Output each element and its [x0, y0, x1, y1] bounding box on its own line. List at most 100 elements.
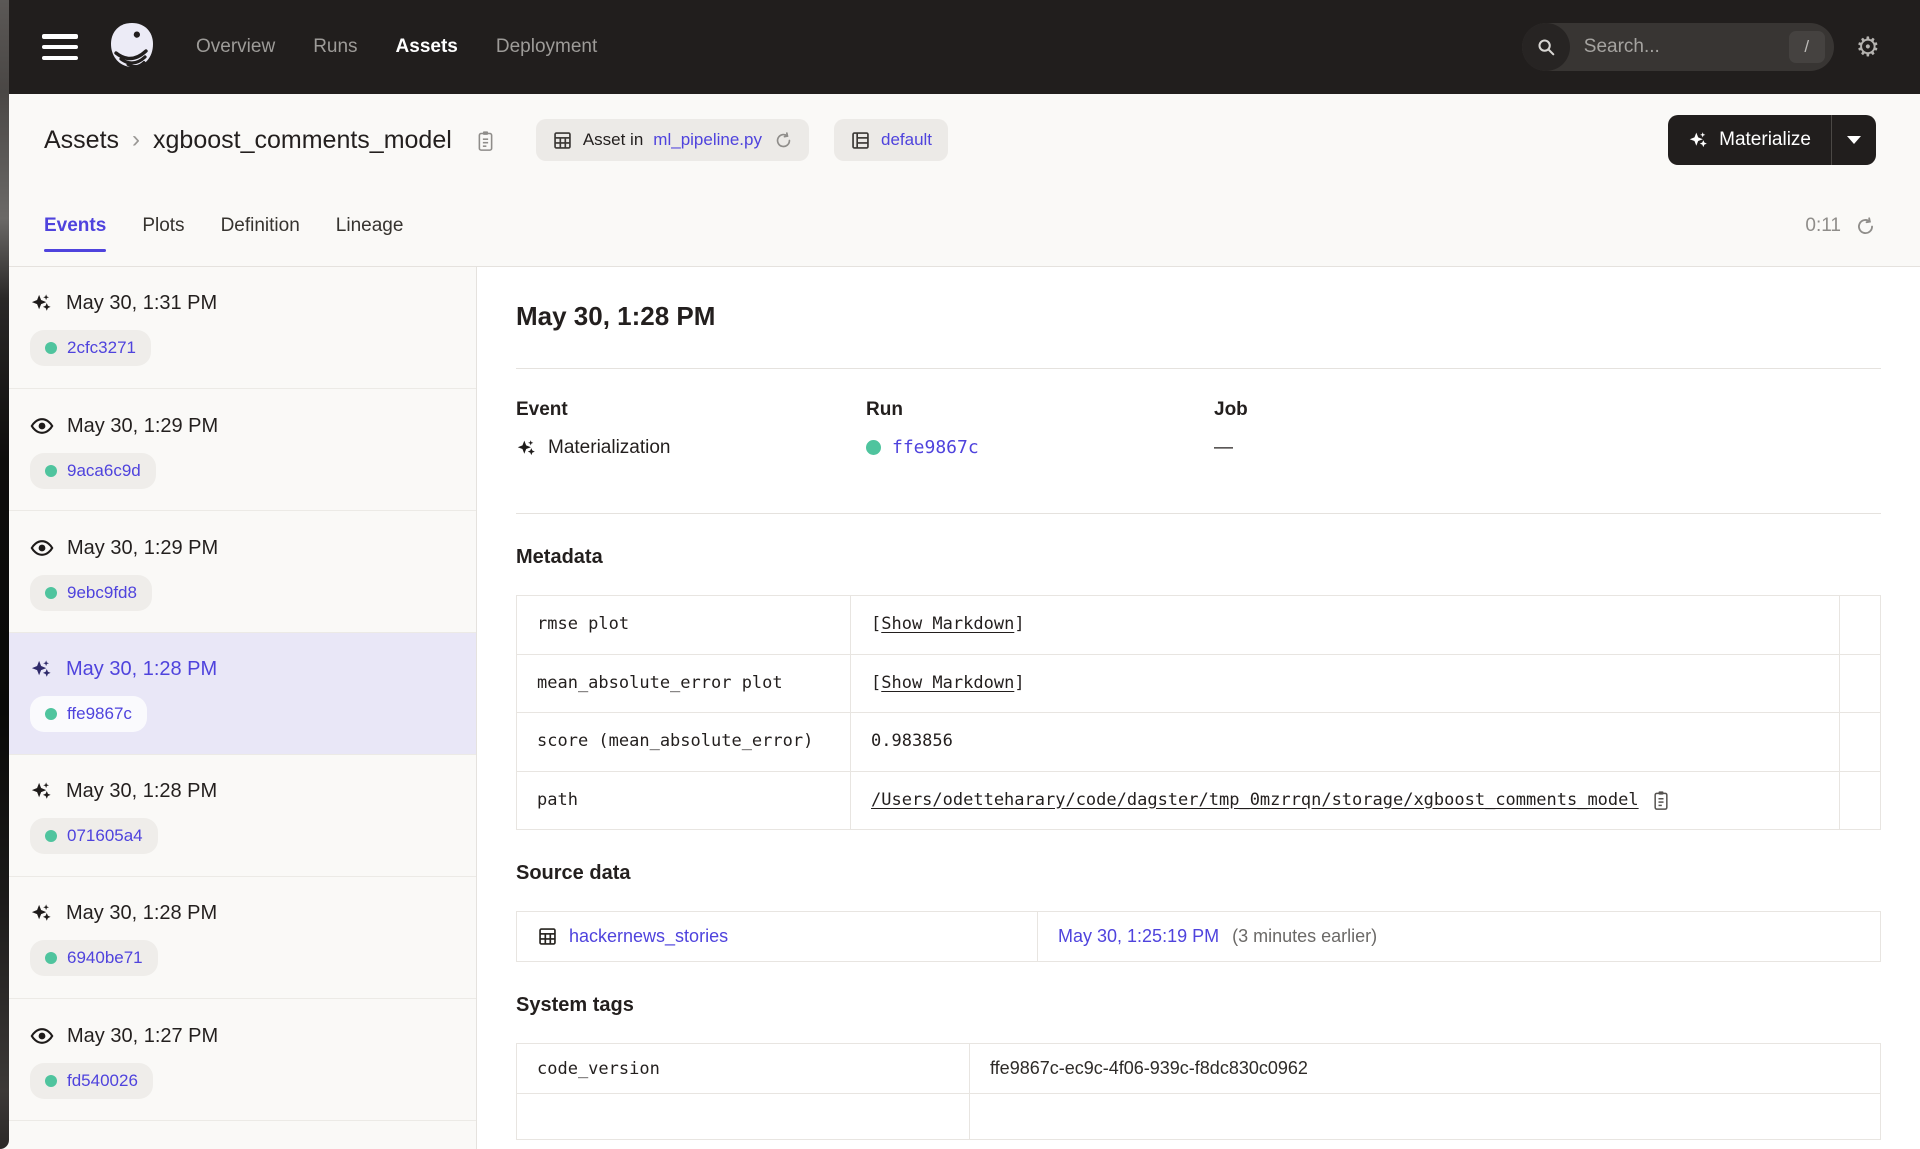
event-column-label: Event — [516, 399, 568, 420]
system-tag-value: ffe9867c-ec9c-4f06-939c-f8dc830c0962 — [969, 1043, 1881, 1094]
source-asset-link[interactable]: hackernews_stories — [537, 926, 1017, 947]
metadata-key: mean_absolute_error plot — [516, 653, 851, 713]
event-list-item[interactable]: May 30, 1:28 PM 071605a4 — [0, 755, 476, 877]
materialize-button[interactable]: Materialize — [1668, 115, 1831, 165]
search-icon — [1521, 23, 1570, 71]
refresh-timer-wrap: 0:11 — [1805, 215, 1876, 237]
event-list-item[interactable]: May 30, 1:28 PM 6940be71 — [0, 877, 476, 999]
source-data-table: hackernews_stories May 30, 1:25:19 PM (3… — [516, 911, 1881, 962]
asset-location-badge[interactable]: Asset in ml_pipeline.py — [535, 119, 809, 161]
event-list-item[interactable]: May 30, 1:31 PM 2cfc3271 — [0, 267, 476, 389]
event-timestamp: May 30, 1:29 PM — [67, 536, 219, 559]
system-tag-key: code_version — [516, 1043, 970, 1094]
tab-events[interactable]: Events — [44, 186, 107, 266]
run-id-link[interactable]: ffe9867c — [892, 437, 979, 458]
source-time-note: (3 minutes earlier) — [1232, 926, 1378, 946]
run-status-dot — [45, 342, 57, 354]
run-status-dot — [45, 830, 57, 842]
hamburger-menu-icon[interactable] — [42, 34, 78, 60]
show-markdown-link[interactable]: [Show Markdown] — [871, 673, 1025, 693]
search-input[interactable] — [1581, 35, 1732, 59]
materialization-sparkle-icon — [30, 902, 53, 925]
materialization-sparkle-icon — [516, 438, 537, 459]
metadata-score-value: 0.983856 — [850, 712, 1840, 772]
event-timestamp: May 30, 1:28 PM — [66, 780, 218, 802]
materialization-sparkle-icon — [30, 292, 53, 315]
nav-item-deployment[interactable]: Deployment — [496, 36, 597, 58]
event-list-item[interactable]: May 30, 1:29 PM 9aca6c9d — [0, 389, 476, 511]
event-timestamp: May 30, 1:29 PM — [67, 414, 219, 437]
refresh-icon[interactable] — [1855, 216, 1876, 237]
system-tags-heading: System tags — [516, 994, 634, 1016]
storage-path-link[interactable]: /Users/odetteharary/code/dagster/tmp_0mz… — [871, 788, 1639, 814]
show-markdown-link[interactable]: [Show Markdown] — [871, 614, 1025, 634]
event-list-item[interactable]: May 30, 1:29 PM 9ebc9fd8 — [0, 511, 476, 633]
materialization-sparkle-icon — [30, 780, 53, 803]
table-row: hackernews_stories May 30, 1:25:19 PM (3… — [516, 911, 1881, 962]
event-list: May 30, 1:31 PM 2cfc3271 May 30, 1:29 PM… — [0, 267, 477, 1149]
asset-name: xgboost_comments_model — [153, 125, 452, 154]
run-id-badge[interactable]: 6940be71 — [30, 940, 158, 976]
nav-item-assets[interactable]: Assets — [396, 36, 458, 58]
repo-badge[interactable]: default — [833, 119, 949, 161]
asset-file-link[interactable]: ml_pipeline.py — [653, 130, 762, 150]
gear-icon[interactable]: ⚙ — [1856, 33, 1880, 61]
source-materialization-time-link[interactable]: May 30, 1:25:19 PM — [1058, 926, 1219, 946]
tabs-list: Events Plots Definition Lineage — [44, 186, 403, 266]
observation-eye-icon — [30, 414, 54, 438]
event-list-item[interactable]: May 30, 1:27 PM fd540026 — [0, 999, 476, 1121]
run-id-badge[interactable]: fd540026 — [30, 1063, 153, 1099]
job-value: — — [1214, 437, 1233, 458]
asset-table-icon — [537, 926, 558, 947]
materialize-options-button[interactable] — [1832, 115, 1876, 165]
repo-icon — [850, 130, 871, 151]
run-status-dot — [45, 587, 57, 599]
breadcrumb-assets-link[interactable]: Assets — [44, 126, 119, 155]
dagster-logo-icon[interactable] — [104, 19, 160, 75]
run-id-badge[interactable]: 9ebc9fd8 — [30, 575, 152, 611]
run-status-dot — [45, 1075, 57, 1087]
event-timestamp: May 30, 1:28 PM — [66, 658, 218, 680]
nav-item-runs[interactable]: Runs — [313, 36, 357, 58]
reload-code-location-icon[interactable] — [774, 131, 793, 150]
materialize-sparkle-icon — [1688, 130, 1709, 151]
metadata-key: score (mean_absolute_error) — [516, 712, 851, 772]
tab-definition[interactable]: Definition — [221, 186, 300, 266]
job-column-label: Job — [1214, 399, 1248, 420]
run-id-badge[interactable]: 2cfc3271 — [30, 330, 151, 366]
asset-table-icon — [552, 130, 573, 151]
event-type-value: Materialization — [548, 437, 671, 458]
tab-lineage[interactable]: Lineage — [336, 186, 404, 266]
tab-plots[interactable]: Plots — [142, 186, 184, 266]
observation-eye-icon — [30, 1024, 54, 1048]
system-tags-table: code_version ffe9867c-ec9c-4f06-939c-f8d… — [516, 1043, 1881, 1140]
table-row: path /Users/odetteharary/code/dagster/tm… — [516, 770, 1881, 830]
run-id-badge[interactable]: ffe9867c — [30, 696, 147, 732]
window-edge-strip — [0, 0, 9, 1149]
run-id-badge[interactable]: 071605a4 — [30, 818, 158, 854]
run-status-dot — [45, 708, 57, 720]
run-status-dot — [866, 440, 881, 455]
search-box[interactable]: / — [1521, 23, 1834, 71]
metadata-heading: Metadata — [516, 546, 603, 568]
table-row: code_version ffe9867c-ec9c-4f06-939c-f8d… — [516, 1043, 1881, 1094]
nav-item-overview[interactable]: Overview — [196, 36, 275, 58]
copy-path-icon[interactable] — [1651, 789, 1671, 811]
table-row: mean_absolute_error plot [Show Markdown] — [516, 653, 1881, 713]
metadata-table: rmse plot [Show Markdown] mean_absolute_… — [516, 595, 1881, 830]
event-detail-title: May 30, 1:28 PM — [516, 301, 716, 331]
run-id-badge[interactable]: 9aca6c9d — [30, 453, 156, 489]
repo-name-link[interactable]: default — [881, 130, 932, 150]
run-column-label: Run — [866, 399, 903, 420]
event-timestamp: May 30, 1:31 PM — [66, 292, 218, 314]
asset-location-prefix: Asset in — [582, 130, 644, 149]
copy-asset-name-icon[interactable] — [475, 129, 496, 152]
run-status-dot — [45, 465, 57, 477]
event-list-item[interactable]: May 30, 1:28 PM ffe9867c — [0, 633, 476, 755]
breadcrumb: Assets › xgboost_comments_model — [44, 126, 496, 155]
event-timestamp: May 30, 1:27 PM — [67, 1024, 219, 1047]
run-status-dot — [45, 952, 57, 964]
source-data-heading: Source data — [516, 862, 631, 884]
asset-tabs-row: Events Plots Definition Lineage 0:11 — [0, 186, 1920, 267]
search-shortcut-key: / — [1788, 31, 1825, 63]
